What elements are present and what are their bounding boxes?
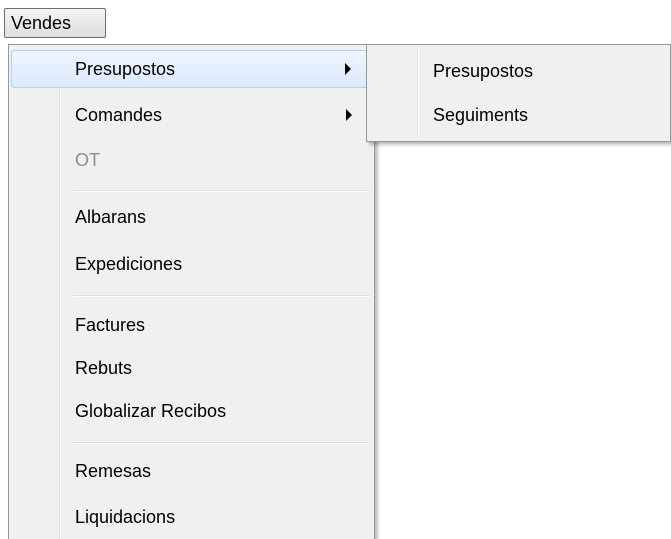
menu-separator bbox=[73, 442, 370, 444]
menu-item-liquidacions[interactable]: Liquidacions bbox=[11, 498, 372, 536]
app-window: Vendes Presupostos Comandes OT Albarans … bbox=[0, 0, 671, 539]
menu-item-label: Seguiments bbox=[433, 105, 529, 125]
menu-item-label: Factures bbox=[75, 315, 146, 335]
menu-separator bbox=[73, 295, 370, 297]
menu-item-label: Presupostos bbox=[75, 59, 176, 79]
menu-item-label: Comandes bbox=[75, 105, 163, 125]
menu-item-label: Liquidacions bbox=[75, 507, 176, 527]
submenu-arrow-icon bbox=[346, 109, 352, 121]
menu-item-albarans[interactable]: Albarans bbox=[11, 198, 372, 236]
menu-item-presupostos[interactable]: Presupostos bbox=[11, 50, 372, 88]
menu-item-label: OT bbox=[75, 150, 100, 170]
menu-item-expediciones[interactable]: Expediciones bbox=[11, 245, 372, 283]
menu-item-label: Remesas bbox=[75, 461, 152, 481]
submenu-arrow-icon bbox=[345, 63, 351, 75]
menu-vendes[interactable]: Vendes bbox=[4, 8, 106, 38]
menu-item-label: Rebuts bbox=[75, 358, 133, 378]
menu-item-label: Albarans bbox=[75, 207, 147, 227]
submenu-item-presupostos[interactable]: Presupostos bbox=[369, 52, 668, 90]
menu-item-rebuts[interactable]: Rebuts bbox=[11, 349, 372, 387]
menu-separator bbox=[73, 190, 370, 192]
menu-item-label: Globalizar Recibos bbox=[75, 401, 227, 421]
menu-item-factures[interactable]: Factures bbox=[11, 306, 372, 344]
vendes-dropdown-menu: Presupostos Comandes OT Albarans Expedic… bbox=[8, 44, 375, 539]
menu-item-globalizar-recibos[interactable]: Globalizar Recibos bbox=[11, 392, 372, 430]
menu-item-comandes[interactable]: Comandes bbox=[11, 96, 372, 134]
menu-item-ot: OT bbox=[11, 141, 372, 179]
menu-item-remesas[interactable]: Remesas bbox=[11, 452, 372, 490]
presupostos-submenu: Presupostos Seguiments bbox=[366, 44, 671, 142]
menu-item-label: Expediciones bbox=[75, 254, 183, 274]
submenu-item-seguiments[interactable]: Seguiments bbox=[369, 96, 668, 134]
menu-vendes-label: Vendes bbox=[11, 13, 72, 33]
menu-item-label: Presupostos bbox=[433, 61, 534, 81]
